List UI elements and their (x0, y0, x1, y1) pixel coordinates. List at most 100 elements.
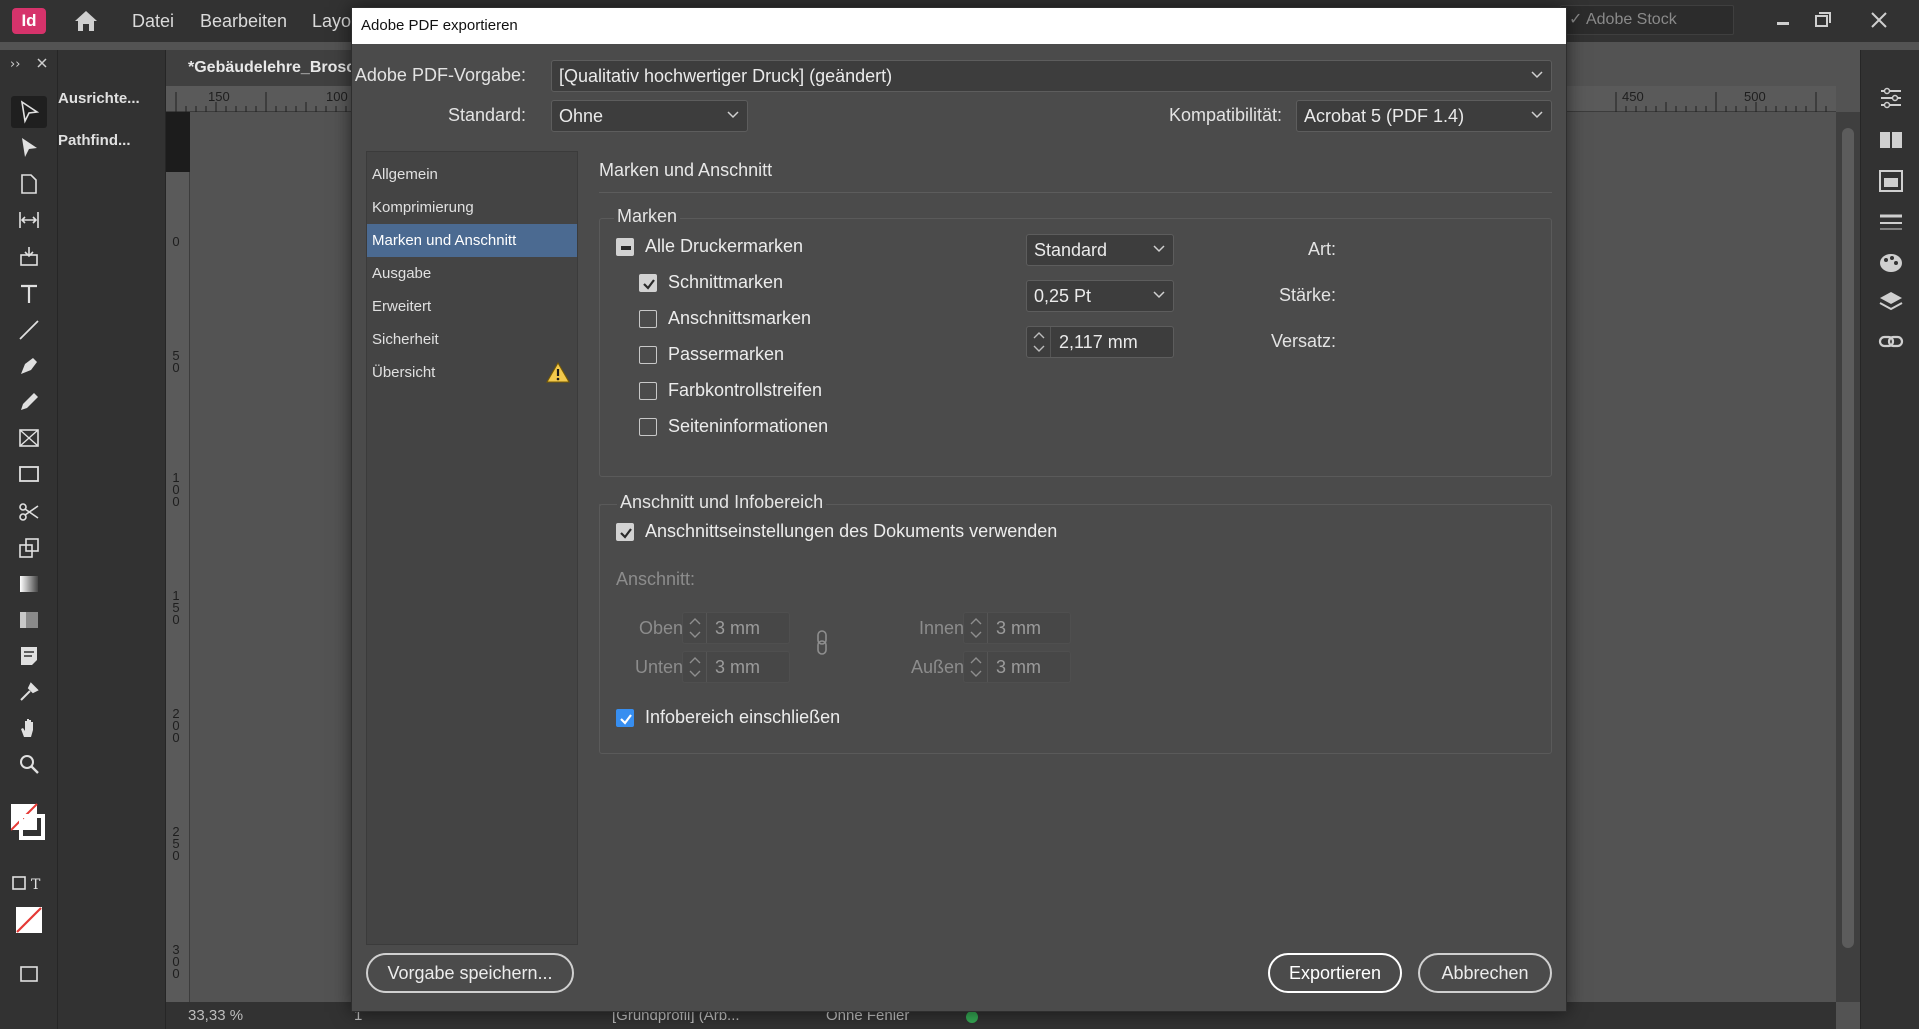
tools-panel-header: ›› (0, 50, 58, 76)
hand-tool-icon[interactable] (11, 712, 47, 744)
registration-marks-label[interactable]: Passermarken (668, 344, 784, 365)
apply-none-icon[interactable] (11, 902, 47, 934)
bleed-inside-stepper[interactable]: 3 mm (963, 612, 1071, 644)
ruler-label: 50 (172, 348, 180, 375)
panel-align[interactable]: Ausrichte... (58, 80, 166, 118)
color-bars-checkbox[interactable] (639, 382, 657, 400)
bleed-marks-label[interactable]: Anschnittsmarken (668, 308, 811, 329)
fill-stroke-swatch-icon[interactable] (11, 798, 47, 840)
nav-marken-und-anschnitt[interactable]: Marken und Anschnitt (367, 224, 577, 257)
use-doc-bleed-checkbox[interactable] (616, 523, 634, 541)
menu-layout[interactable]: Layo (312, 11, 351, 32)
dialog-title: Adobe PDF exportieren (352, 8, 1566, 44)
registration-marks-checkbox[interactable] (639, 346, 657, 364)
formatting-container-icon[interactable]: T (11, 868, 47, 900)
bleed-bottom-stepper[interactable]: 3 mm (682, 651, 790, 683)
stepper-arrows-icon[interactable] (964, 613, 988, 643)
export-button[interactable]: Exportieren (1268, 953, 1402, 993)
panel-pathfinder[interactable]: Pathfind... (58, 122, 166, 160)
home-icon[interactable] (72, 8, 100, 34)
crop-marks-checkbox[interactable] (639, 274, 657, 292)
crop-marks-label[interactable]: Schnittmarken (668, 272, 783, 293)
menu-bearbeiten[interactable]: Bearbeiten (200, 11, 287, 32)
cancel-button[interactable]: Abbrechen (1418, 953, 1552, 993)
nav-komprimierung[interactable]: Komprimierung (367, 191, 577, 224)
pencil-tool-icon[interactable] (11, 386, 47, 418)
pen-tool-icon[interactable] (11, 350, 47, 382)
free-transform-tool-icon[interactable] (11, 532, 47, 564)
mark-offset-stepper[interactable]: 2,117 mm (1026, 326, 1174, 358)
include-slug-label[interactable]: Infobereich einschließen (645, 707, 840, 728)
zoom-tool-icon[interactable] (11, 748, 47, 780)
color-bars-label[interactable]: Farbkontrollstreifen (668, 380, 822, 401)
selection-tool-icon[interactable] (11, 96, 47, 128)
tools-panel: ›› T (0, 50, 58, 1029)
save-preset-button[interactable]: Vorgabe speichern... (366, 953, 574, 993)
type-tool-icon[interactable] (11, 278, 47, 310)
page-tool-icon[interactable] (11, 168, 47, 200)
bleed-outside-stepper[interactable]: 3 mm (963, 651, 1071, 683)
document-tab[interactable]: *Gebäudelehre_Brosc (166, 50, 352, 86)
properties-icon[interactable] (1877, 84, 1905, 112)
swatches-icon[interactable] (1877, 248, 1905, 276)
nav-erweitert[interactable]: Erweitert (367, 290, 577, 323)
chevron-down-icon (1153, 291, 1165, 299)
vertical-scrollbar[interactable] (1836, 112, 1860, 1002)
chevron-down-icon (1531, 111, 1543, 119)
adobe-stock-search[interactable]: ✓ Adobe Stock (1560, 5, 1734, 35)
mark-type-label: Art: (1307, 239, 1336, 259)
stepper-arrows-icon[interactable] (683, 613, 707, 643)
content-collector-icon[interactable] (11, 240, 47, 272)
close-window-icon[interactable] (1862, 6, 1896, 34)
page-info-checkbox[interactable] (639, 418, 657, 436)
screen-mode-icon[interactable] (11, 958, 47, 990)
link-values-icon[interactable] (814, 628, 830, 658)
stepper-arrows-icon[interactable] (1027, 327, 1051, 357)
nav-ausgabe[interactable]: Ausgabe (367, 257, 577, 290)
scrollbar-thumb[interactable] (1842, 128, 1854, 948)
gap-tool-icon[interactable] (11, 204, 47, 236)
note-tool-icon[interactable] (11, 640, 47, 672)
mark-weight-value: 0,25 Pt (1034, 286, 1092, 306)
mark-weight-dropdown[interactable]: 0,25 Pt (1026, 280, 1174, 312)
include-slug-checkbox[interactable] (616, 709, 634, 727)
use-doc-bleed-label[interactable]: Anschnittseinstellungen des Dokuments ve… (645, 521, 1057, 542)
rectangle-frame-tool-icon[interactable] (11, 422, 47, 454)
stroke-icon[interactable] (1877, 208, 1905, 236)
bleed-marks-checkbox[interactable] (639, 310, 657, 328)
minimize-icon[interactable] (1766, 6, 1800, 34)
mark-type-dropdown[interactable]: Standard (1026, 234, 1174, 266)
restore-icon[interactable] (1806, 6, 1840, 34)
standard-dropdown[interactable]: Ohne (551, 100, 748, 132)
right-panel-dock (1860, 50, 1919, 1029)
preset-dropdown[interactable]: [Qualitativ hochwertiger Druck] (geänder… (551, 60, 1552, 92)
pages-icon[interactable] (1877, 126, 1905, 154)
marks-group-label: Marken (614, 206, 681, 227)
all-printer-marks-checkbox[interactable] (616, 238, 634, 256)
all-printer-marks-label[interactable]: Alle Druckermarken (645, 236, 803, 257)
stepper-arrows-icon[interactable] (683, 652, 707, 682)
checkmark-icon (620, 714, 632, 725)
page-info-label[interactable]: Seiteninformationen (668, 416, 828, 437)
bleed-outside-label: Außen: (910, 657, 969, 677)
rectangle-tool-icon[interactable] (11, 458, 47, 490)
bleed-bottom-value: 3 mm (715, 657, 760, 677)
menu-datei[interactable]: Datei (132, 11, 174, 32)
nav-uebersicht[interactable]: Übersicht (367, 356, 577, 389)
nav-sicherheit[interactable]: Sicherheit (367, 323, 577, 356)
gradient-swatch-tool-icon[interactable] (11, 568, 47, 600)
nav-allgemein[interactable]: Allgemein (367, 158, 577, 191)
scissors-tool-icon[interactable] (11, 496, 47, 528)
direct-selection-tool-icon[interactable] (11, 132, 47, 164)
zoom-level[interactable]: 33,33 % (188, 1007, 243, 1024)
links-icon[interactable] (1877, 328, 1905, 356)
layers-icon[interactable] (1877, 288, 1905, 316)
line-tool-icon[interactable] (11, 314, 47, 346)
eyedropper-tool-icon[interactable] (11, 676, 47, 708)
stepper-arrows-icon[interactable] (964, 652, 988, 682)
compatibility-dropdown[interactable]: Acrobat 5 (PDF 1.4) (1296, 100, 1552, 132)
chevron-down-icon (727, 111, 739, 119)
cc-libraries-icon[interactable] (1877, 166, 1905, 194)
gradient-feather-tool-icon[interactable] (11, 604, 47, 636)
bleed-top-stepper[interactable]: 3 mm (682, 612, 790, 644)
